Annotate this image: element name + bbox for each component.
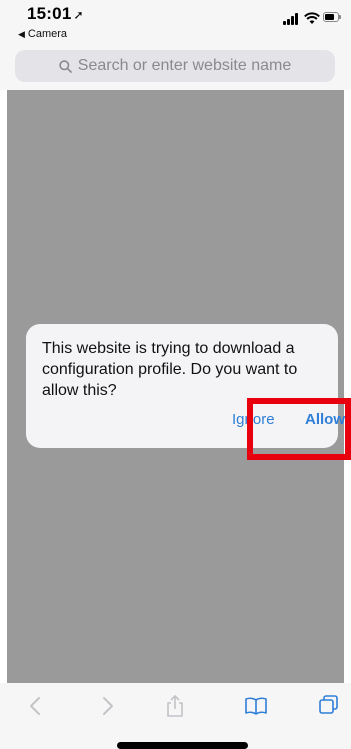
back-to-app-link[interactable]: ◀ Camera: [18, 28, 67, 40]
search-input[interactable]: Search or enter website name: [15, 50, 335, 82]
allow-highlight-box: [247, 398, 351, 460]
wifi-icon: [304, 12, 320, 24]
search-placeholder: Search or enter website name: [77, 57, 292, 74]
search-icon: [59, 59, 72, 73]
time-text: 15:01: [27, 4, 72, 23]
forward-icon[interactable]: [101, 696, 115, 716]
location-arrow-icon: ➚: [73, 8, 84, 22]
status-time: 15:01 ➚: [27, 4, 84, 24]
status-bar: 15:01 ➚ ◀ Camera: [0, 0, 351, 45]
tabs-icon[interactable]: [319, 695, 339, 715]
back-icon[interactable]: [28, 696, 42, 716]
back-triangle-icon: ◀: [18, 29, 25, 39]
address-bar-container: Search or enter website name: [0, 45, 351, 90]
alert-message: This website is trying to download a con…: [42, 340, 298, 399]
back-app-label: Camera: [27, 28, 68, 40]
bookmarks-icon[interactable]: [245, 697, 267, 715]
signal-icon: [283, 13, 301, 25]
home-indicator: [117, 742, 248, 749]
battery-icon: [323, 12, 343, 23]
share-icon[interactable]: [165, 694, 185, 718]
bottom-toolbar: [0, 683, 351, 749]
